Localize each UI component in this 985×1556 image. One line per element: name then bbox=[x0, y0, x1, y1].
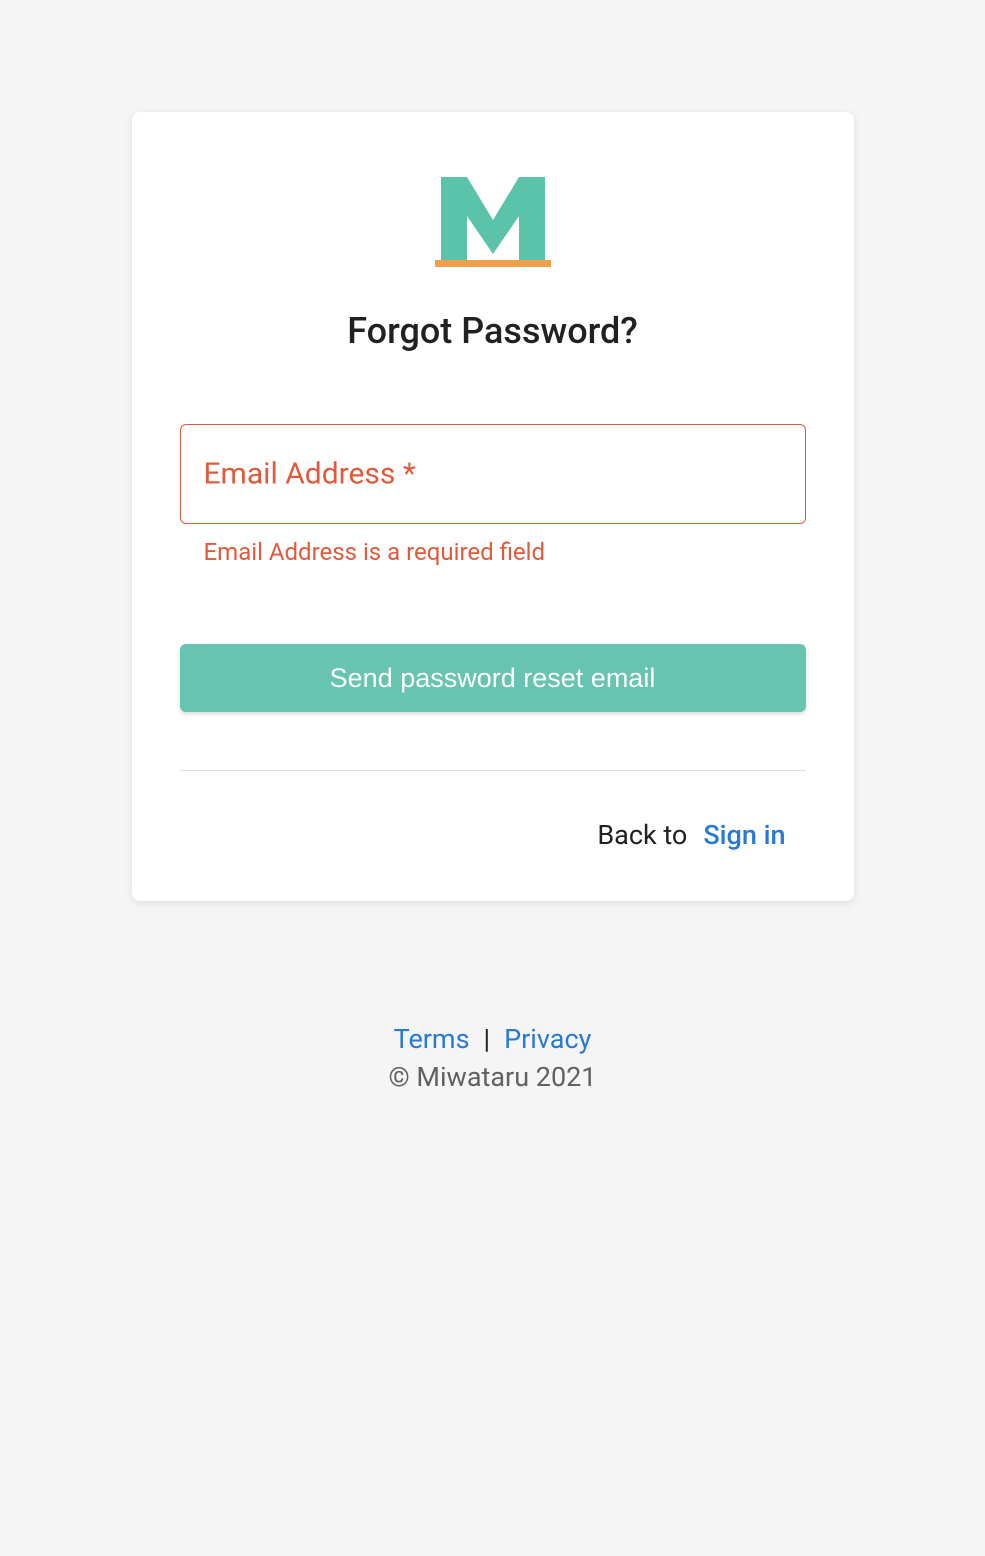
privacy-link[interactable]: Privacy bbox=[504, 1023, 591, 1055]
email-input-wrapper: Email Address * Email Address is a requi… bbox=[180, 424, 806, 566]
footer: Terms | Privacy © Miwataru 2021 bbox=[0, 1023, 985, 1093]
page-title: Forgot Password? bbox=[347, 310, 638, 352]
send-reset-button[interactable]: Send password reset email bbox=[180, 644, 806, 712]
back-to-signin-row: Back to Sign in bbox=[180, 819, 806, 851]
miwataru-logo bbox=[433, 172, 553, 272]
divider bbox=[180, 770, 806, 771]
signin-link[interactable]: Sign in bbox=[703, 819, 785, 851]
terms-link[interactable]: Terms bbox=[394, 1023, 470, 1055]
back-to-text: Back to bbox=[597, 819, 687, 851]
email-input-container: Email Address * bbox=[180, 424, 806, 524]
email-field[interactable] bbox=[180, 424, 806, 524]
copyright-text: © Miwataru 2021 bbox=[0, 1061, 985, 1093]
forgot-password-card: Forgot Password? Email Address * Email A… bbox=[132, 112, 854, 901]
email-error-text: Email Address is a required field bbox=[204, 538, 806, 566]
footer-links: Terms | Privacy bbox=[0, 1023, 985, 1055]
footer-separator: | bbox=[484, 1023, 491, 1055]
